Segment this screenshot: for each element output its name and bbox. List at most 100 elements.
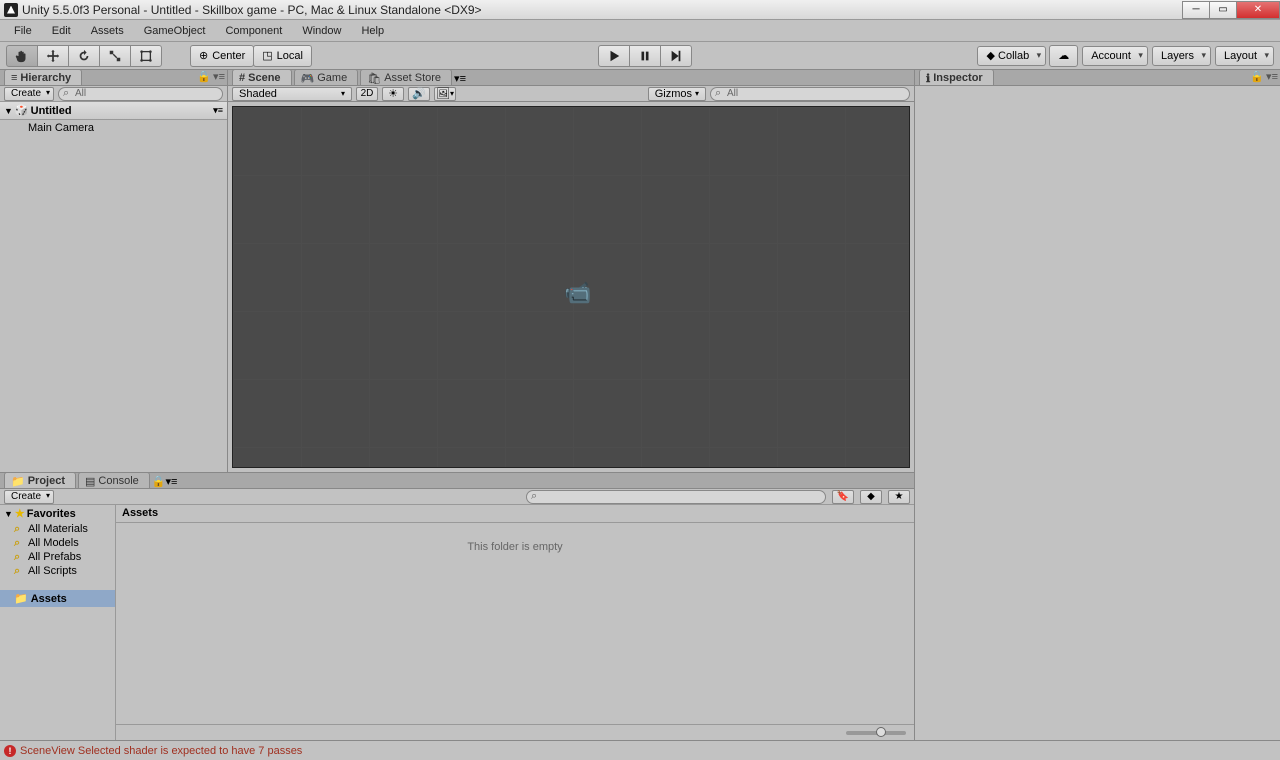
panel-menu-icon[interactable]: ▾≡ xyxy=(1266,70,1278,83)
layers-dropdown[interactable]: Layers xyxy=(1152,46,1211,66)
menu-edit[interactable]: Edit xyxy=(42,23,81,39)
window-title: Unity 5.5.0f3 Personal - Untitled - Skil… xyxy=(22,3,1183,17)
move-tool-button[interactable] xyxy=(37,45,69,67)
panel-menu-icon[interactable]: ▾≡ xyxy=(454,73,466,85)
search-filter-icon[interactable]: 🔖 xyxy=(832,490,854,504)
asset-store-tab[interactable]: 🛍Asset Store xyxy=(360,69,452,85)
panel-menu-icon[interactable]: ▾≡ xyxy=(213,70,225,83)
play-button[interactable] xyxy=(598,45,630,67)
console-tab[interactable]: ▤Console xyxy=(78,472,150,488)
center-icon: ⊕ xyxy=(199,49,208,62)
scene-header[interactable]: ▼ 🎲 Untitled ▾≡ xyxy=(0,102,227,120)
camera-gizmo-icon[interactable]: 📹 xyxy=(564,280,591,306)
project-tab[interactable]: 📁Project xyxy=(4,472,76,488)
scene-search-input[interactable]: All xyxy=(710,87,910,101)
audio-toggle[interactable]: 🔊 xyxy=(408,87,430,101)
menu-window[interactable]: Window xyxy=(292,23,351,39)
project-panel: 📁Project ▤Console 🔒▾≡ Create 🔖 ◆ ★ ▼★Fav… xyxy=(0,472,914,740)
game-icon: 🎮 xyxy=(301,72,315,85)
image-icon: 🖼 xyxy=(436,87,450,100)
empty-folder-label: This folder is empty xyxy=(116,523,914,724)
fx-toggle[interactable]: 🖼▾ xyxy=(434,87,456,101)
status-message: SceneView Selected shader is expected to… xyxy=(20,745,302,757)
scene-context-icon[interactable]: ▾≡ xyxy=(213,105,223,116)
lighting-toggle[interactable]: ☀ xyxy=(382,87,404,101)
unity-scene-icon: 🎲 xyxy=(15,104,29,117)
lock-icon[interactable]: 🔒 xyxy=(1250,70,1264,83)
menu-component[interactable]: Component xyxy=(215,23,292,39)
search-type-icon[interactable]: ◆ xyxy=(860,490,882,504)
menu-gameobject[interactable]: GameObject xyxy=(134,23,216,39)
pivot-center-button[interactable]: ⊕Center xyxy=(190,45,254,67)
minimize-button[interactable]: ─ xyxy=(1182,1,1210,19)
menu-file[interactable]: File xyxy=(4,23,42,39)
menu-help[interactable]: Help xyxy=(351,23,394,39)
folder-icon: 📁 xyxy=(11,475,25,488)
scene-tab[interactable]: #Scene xyxy=(232,69,292,85)
scale-tool-button[interactable] xyxy=(99,45,131,67)
scene-panel: #Scene 🎮Game 🛍Asset Store ▾≡ Shaded▾ 2D … xyxy=(228,70,914,472)
favorite-item[interactable]: All Materials xyxy=(0,522,115,536)
favorite-item[interactable]: All Models xyxy=(0,536,115,550)
2d-toggle[interactable]: 2D xyxy=(356,87,378,101)
star-icon: ★ xyxy=(15,507,25,520)
status-bar[interactable]: ! SceneView Selected shader is expected … xyxy=(0,740,1280,760)
assetstore-icon: 🛍 xyxy=(367,72,381,85)
shading-mode-dropdown[interactable]: Shaded▾ xyxy=(232,87,352,101)
collab-dropdown[interactable]: ◆ Collab xyxy=(977,46,1046,66)
expand-icon: ▼ xyxy=(4,106,13,116)
rect-tool-button[interactable] xyxy=(130,45,162,67)
hierarchy-item[interactable]: Main Camera xyxy=(0,120,227,136)
sun-icon: ☀ xyxy=(388,87,398,100)
favorite-item[interactable]: All Scripts xyxy=(0,564,115,578)
main-toolbar: ⊕Center ◳Local ◆ Collab ☁ Account Layers… xyxy=(0,42,1280,70)
local-icon: ◳ xyxy=(262,49,272,62)
project-search-input[interactable] xyxy=(526,490,826,504)
search-save-icon[interactable]: ★ xyxy=(888,490,910,504)
inspector-tab[interactable]: ℹInspector xyxy=(919,69,994,85)
folder-icon: 📁 xyxy=(14,592,28,605)
collab-icon: ◆ xyxy=(986,49,994,62)
play-controls xyxy=(598,45,692,67)
panel-menu-icon[interactable]: ▾≡ xyxy=(165,476,177,488)
hierarchy-search-input[interactable]: All xyxy=(58,87,223,101)
info-icon: ℹ xyxy=(926,72,930,85)
favorites-folder[interactable]: ▼★Favorites xyxy=(0,505,115,522)
project-tree: ▼★Favorites All Materials All Models All… xyxy=(0,505,116,740)
window-titlebar: Unity 5.5.0f3 Personal - Untitled - Skil… xyxy=(0,0,1280,20)
hand-tool-button[interactable] xyxy=(6,45,38,67)
project-create-button[interactable]: Create xyxy=(4,490,54,504)
rotate-tool-button[interactable] xyxy=(68,45,100,67)
thumbnail-size-slider[interactable] xyxy=(116,724,914,740)
hierarchy-tab[interactable]: ≡Hierarchy xyxy=(4,69,82,85)
pause-button[interactable] xyxy=(629,45,661,67)
maximize-button[interactable]: ▭ xyxy=(1209,1,1237,19)
step-button[interactable] xyxy=(660,45,692,67)
cloud-button[interactable]: ☁ xyxy=(1049,45,1078,67)
cloud-icon: ☁ xyxy=(1058,49,1069,62)
gizmos-dropdown[interactable]: Gizmos▾ xyxy=(648,87,706,101)
menu-bar: File Edit Assets GameObject Component Wi… xyxy=(0,20,1280,42)
scene-icon: # xyxy=(239,72,245,84)
favorite-item[interactable]: All Prefabs xyxy=(0,550,115,564)
inspector-panel: ℹInspector 🔒▾≡ xyxy=(914,70,1280,740)
hierarchy-panel: ≡Hierarchy 🔒▾≡ Create All ▼ 🎲 Untitled ▾… xyxy=(0,70,228,472)
scene-viewport[interactable]: 📹 xyxy=(232,106,910,468)
lock-icon[interactable]: 🔒 xyxy=(152,476,166,488)
transform-tools xyxy=(6,45,162,67)
layout-dropdown[interactable]: Layout xyxy=(1215,46,1274,66)
assets-breadcrumb[interactable]: Assets xyxy=(116,505,914,523)
assets-folder[interactable]: 📁Assets xyxy=(0,590,115,607)
account-dropdown[interactable]: Account xyxy=(1082,46,1148,66)
menu-assets[interactable]: Assets xyxy=(81,23,134,39)
error-icon: ! xyxy=(4,745,16,757)
unity-logo-icon xyxy=(4,3,18,17)
hierarchy-create-button[interactable]: Create xyxy=(4,87,54,101)
close-button[interactable]: ✕ xyxy=(1236,1,1280,19)
game-tab[interactable]: 🎮Game xyxy=(294,69,359,85)
lock-icon[interactable]: 🔒 xyxy=(197,70,211,83)
console-icon: ▤ xyxy=(85,475,95,488)
pivot-local-button[interactable]: ◳Local xyxy=(253,45,312,67)
hierarchy-icon: ≡ xyxy=(11,72,17,84)
audio-icon: 🔊 xyxy=(412,87,426,100)
